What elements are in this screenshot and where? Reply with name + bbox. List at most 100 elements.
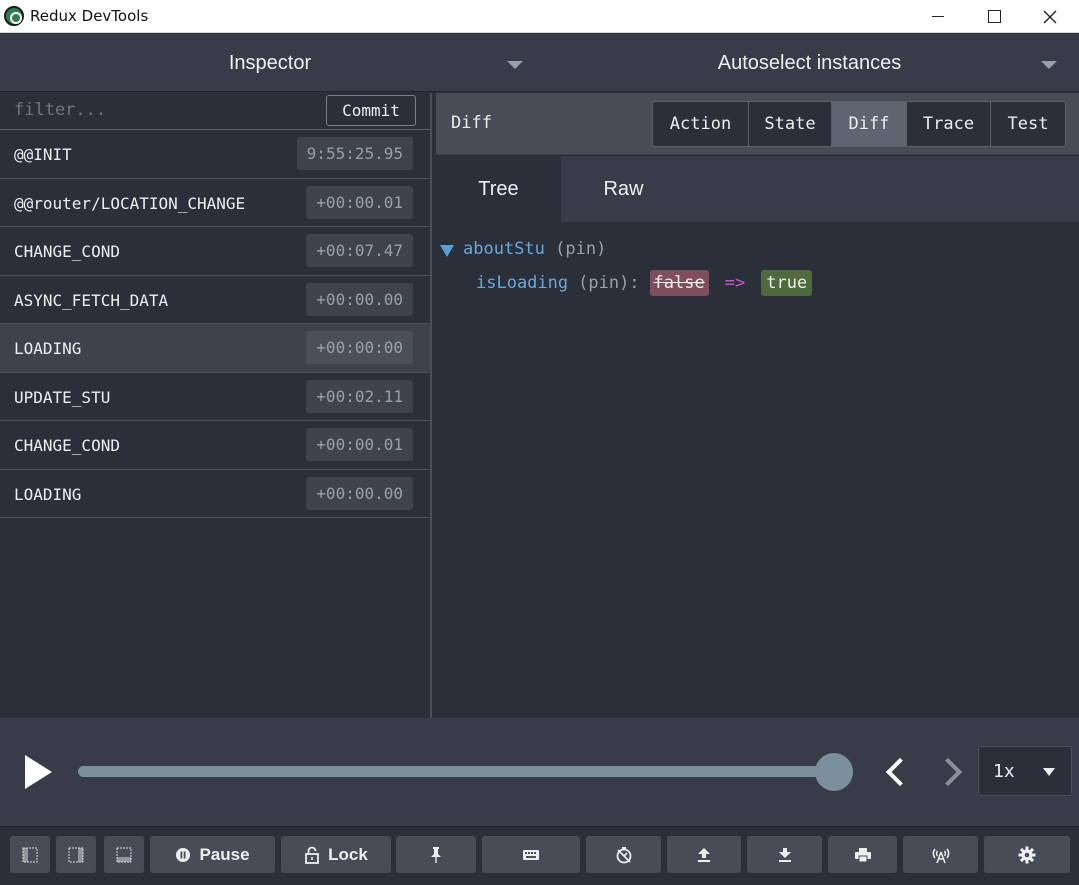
tab-state[interactable]: State	[749, 102, 832, 146]
commit-button[interactable]: Commit	[326, 95, 416, 126]
action-item[interactable]: CHANGE_COND +00:00.01	[0, 421, 430, 470]
slider-bar: 1x	[0, 718, 1079, 826]
tree-key: aboutStu	[463, 239, 545, 259]
keyboard-icon	[523, 849, 539, 860]
chevron-down-icon	[1041, 61, 1057, 69]
inspector-toolbar: Diff Action State Diff Trace Test	[436, 93, 1079, 155]
dock-left-button[interactable]	[10, 836, 50, 873]
tab-tree[interactable]: Tree	[436, 156, 561, 222]
action-item[interactable]: CHANGE_COND +00:07.47	[0, 227, 430, 276]
window-title: Redux DevTools	[30, 7, 149, 25]
diff-view-tabs: Tree Raw	[436, 156, 1079, 222]
monitor-select-label: Inspector	[228, 51, 312, 74]
action-time[interactable]: +00:00.01	[306, 185, 413, 219]
action-name: LOADING	[14, 484, 82, 504]
pause-icon	[176, 847, 191, 862]
action-time[interactable]: +00:07.47	[306, 234, 413, 267]
pin-link[interactable]: (pin)	[555, 239, 606, 259]
action-name: @@router/LOCATION_CHANGE	[14, 193, 246, 213]
print-button[interactable]	[828, 836, 897, 873]
pin-link[interactable]: (pin):	[578, 273, 639, 293]
export-button[interactable]	[667, 836, 741, 873]
pause-label: Pause	[199, 844, 250, 864]
action-item[interactable]: ASYNC_FETCH_DATA +00:00.00	[0, 276, 430, 324]
title-bar: Redux DevTools	[0, 0, 1079, 33]
action-name: CHANGE_COND	[14, 436, 120, 455]
action-item[interactable]: @@router/LOCATION_CHANGE +00:00.01	[0, 179, 430, 227]
next-action-button[interactable]	[940, 756, 962, 786]
devtools-window: Redux DevTools Inspector Autoselect inst…	[0, 0, 1079, 885]
tab-trace[interactable]: Trace	[907, 102, 991, 146]
dispatcher-button[interactable]	[482, 836, 580, 873]
download-icon	[778, 847, 791, 862]
action-time[interactable]: 9:55:25.95	[296, 137, 413, 170]
action-name: UPDATE_STU	[14, 387, 111, 407]
action-item[interactable]: @@INIT 9:55:25.95	[0, 130, 430, 179]
maximize-button[interactable]	[966, 0, 1022, 33]
timeline-slider-handle[interactable]	[815, 753, 853, 791]
tab-test[interactable]: Test	[991, 102, 1065, 146]
view-tabs: Action State Diff Trace Test	[652, 101, 1066, 147]
filter-input[interactable]	[14, 100, 314, 120]
pause-button[interactable]: Pause	[150, 836, 275, 873]
print-icon	[854, 847, 871, 862]
upload-icon	[698, 847, 710, 862]
lock-label: Lock	[328, 844, 368, 864]
tab-action[interactable]: Action	[653, 102, 749, 146]
action-list-panel: Commit @@INIT 9:55:25.95 @@router/LOCATIO…	[0, 93, 432, 718]
action-name: CHANGE_COND	[14, 242, 120, 261]
action-time[interactable]: +00:00.01	[306, 428, 413, 461]
action-name: LOADING	[14, 339, 82, 358]
tab-raw[interactable]: Raw	[561, 156, 686, 222]
header-bar: Inspector Autoselect instances	[0, 34, 1079, 92]
instance-select[interactable]: Autoselect instances	[540, 34, 1079, 92]
new-value: true	[761, 270, 813, 296]
dock-bottom-button[interactable]	[104, 836, 144, 873]
caret-down-icon	[1043, 768, 1055, 776]
tree-key: isLoading	[476, 273, 569, 293]
timeline-slider-track[interactable]	[78, 766, 833, 777]
chevron-down-icon	[507, 61, 523, 69]
filter-row: Commit	[0, 93, 430, 130]
playback-speed-value: 1x	[993, 761, 1015, 782]
play-icon[interactable]	[25, 755, 52, 789]
action-time[interactable]: +00:00.00	[306, 282, 413, 316]
pin-icon	[431, 846, 441, 863]
close-icon	[1043, 10, 1057, 23]
action-item[interactable]: LOADING +00:00.00	[0, 470, 430, 518]
timer-icon	[616, 846, 631, 863]
broadcast-icon	[932, 848, 949, 863]
lock-button[interactable]: Lock	[281, 836, 391, 873]
settings-button[interactable]	[984, 836, 1070, 873]
remote-button[interactable]	[903, 836, 978, 873]
gear-icon	[1018, 846, 1036, 863]
lock-icon	[305, 846, 320, 864]
expand-arrow-icon[interactable]	[440, 245, 454, 257]
dock-right-button[interactable]	[56, 836, 96, 873]
action-name: @@INIT	[14, 145, 72, 164]
tab-diff[interactable]: Diff	[832, 102, 907, 146]
minimize-button[interactable]	[910, 0, 966, 33]
dock-bottom-icon	[116, 847, 132, 862]
old-value: false	[649, 270, 709, 296]
previous-action-button[interactable]	[882, 756, 904, 786]
tree-node-root[interactable]: aboutStu (pin)	[463, 239, 606, 259]
import-button[interactable]	[747, 836, 822, 873]
action-item-selected[interactable]: LOADING +00:00:00	[0, 324, 430, 373]
playback-speed-select[interactable]: 1x	[978, 746, 1072, 796]
close-button[interactable]	[1022, 0, 1078, 33]
monitor-select[interactable]: Inspector	[0, 34, 540, 92]
slider-toggle-button[interactable]	[586, 836, 661, 873]
bottom-toolbar: Pause Lock	[0, 826, 1079, 885]
persist-button[interactable]	[396, 836, 476, 873]
dock-left-icon	[22, 847, 38, 862]
action-item[interactable]: UPDATE_STU +00:02.11	[0, 373, 430, 421]
action-time[interactable]: +00:00:00	[306, 331, 413, 364]
dock-right-icon	[68, 847, 84, 862]
instance-select-label: Autoselect instances	[717, 51, 902, 74]
action-time[interactable]: +00:02.11	[306, 379, 413, 413]
action-time[interactable]: +00:00.00	[306, 476, 413, 510]
diff-arrow: =>	[724, 273, 746, 293]
action-name: ASYNC_FETCH_DATA	[14, 290, 169, 310]
redux-devtools-app-icon	[4, 6, 24, 26]
